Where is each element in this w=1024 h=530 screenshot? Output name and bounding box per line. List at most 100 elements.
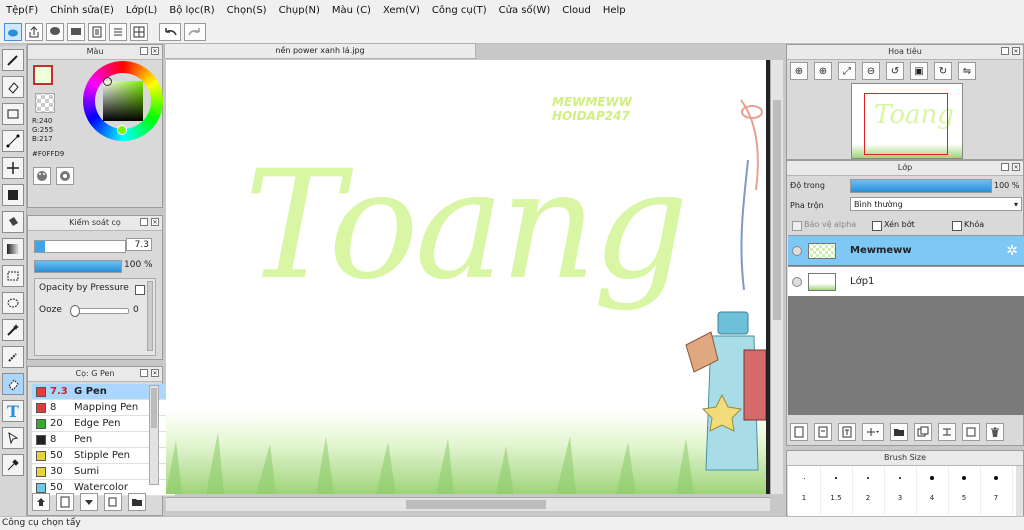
menu-cloud[interactable]: Cloud — [556, 5, 597, 16]
menu-window[interactable]: Cửa số(W) — [493, 5, 557, 16]
menu-capture[interactable]: Chụp(N) — [273, 5, 326, 16]
brush-folder-icon[interactable] — [128, 493, 146, 511]
blend-mode-select[interactable]: Bình thường ▾ — [850, 197, 1022, 211]
operation-tool-icon[interactable] — [2, 427, 24, 449]
cloud-icon[interactable] — [4, 22, 22, 41]
text-tool-icon[interactable]: T — [2, 400, 24, 422]
main-color-swatch[interactable] — [33, 65, 53, 85]
canvas[interactable]: MEWMEWW HOIDAP247 Toang — [166, 60, 770, 494]
color-wheel[interactable] — [83, 61, 163, 141]
list-icon[interactable] — [109, 22, 127, 41]
select-pen-tool-icon[interactable] — [2, 346, 24, 368]
saturation-handle[interactable] — [103, 77, 112, 86]
panel-restore-icon[interactable] — [1001, 47, 1009, 55]
transparent-color-swatch[interactable] — [35, 93, 55, 113]
menu-color[interactable]: Màu (C) — [326, 5, 377, 16]
layer-folder-icon[interactable] — [890, 423, 908, 441]
ooze-slider[interactable] — [70, 305, 129, 317]
brush-size-cell[interactable]: 2 — [852, 466, 885, 514]
brush-size-cell[interactable]: 4 — [916, 466, 949, 514]
layer-opacity-slider[interactable] — [850, 179, 992, 193]
export-icon[interactable] — [25, 22, 43, 41]
move-tool-icon[interactable] — [2, 157, 24, 179]
rotate-right-icon[interactable]: ↻ — [934, 62, 952, 80]
magic-wand-tool-icon[interactable] — [2, 319, 24, 341]
rectangle-tool-icon[interactable] — [2, 103, 24, 125]
menu-filter[interactable]: Bộ lọc(R) — [163, 5, 220, 16]
menu-view[interactable]: Xem(V) — [377, 5, 426, 16]
bucket-tool-icon[interactable] — [2, 211, 24, 233]
brush-size-cell[interactable]: 1.5 — [820, 466, 853, 514]
menu-tools[interactable]: Công cụ(T) — [426, 5, 493, 16]
options-scrollbar[interactable] — [147, 281, 153, 351]
select-eraser-tool-icon[interactable] — [2, 373, 24, 395]
menu-select[interactable]: Chọn(S) — [221, 5, 273, 16]
grid-icon[interactable] — [130, 22, 148, 41]
layer-row-mewmeww[interactable]: Mewmeww ✲ — [788, 235, 1024, 265]
brush-tool-icon[interactable] — [2, 49, 24, 71]
fit-view-icon[interactable]: ⤢ — [838, 62, 856, 80]
menu-edit[interactable]: Chỉnh sửa(E) — [44, 5, 120, 16]
brush-size-scrollbar[interactable] — [1016, 466, 1023, 516]
panel-restore-icon[interactable] — [1001, 163, 1009, 171]
document-icon[interactable] — [88, 22, 106, 41]
gear-icon[interactable]: ✲ — [1006, 243, 1018, 259]
layer-row-lop1[interactable]: Lớp1 — [788, 266, 1024, 296]
brush-size-cell[interactable]: 3 — [884, 466, 917, 514]
canvas-vertical-scrollbar[interactable] — [770, 60, 783, 494]
eraser-tool-icon[interactable] — [2, 76, 24, 98]
lock-checkbox[interactable] — [952, 221, 962, 231]
merge-layer-icon[interactable] — [938, 423, 956, 441]
panel-restore-icon[interactable] — [140, 47, 148, 55]
menu-help[interactable]: Help — [597, 5, 632, 16]
new-layer-icon[interactable] — [790, 423, 808, 441]
fill-rect-tool-icon[interactable] — [2, 184, 24, 206]
color-palette-icon[interactable] — [33, 167, 51, 185]
gradient-tool-icon[interactable] — [2, 238, 24, 260]
brush-list-scrollbar[interactable] — [149, 385, 159, 485]
canvas-horizontal-scrollbar[interactable] — [166, 497, 770, 511]
new-text-layer-icon[interactable] — [838, 423, 856, 441]
zoom-in-icon[interactable]: ⊕ — [790, 62, 808, 80]
reset-view-icon[interactable]: ▣ — [910, 62, 928, 80]
brush-size-cell[interactable]: 1 — [788, 466, 821, 514]
speech-bubble-icon[interactable] — [46, 22, 64, 41]
panel-close-icon[interactable]: ✕ — [151, 47, 159, 55]
hue-handle[interactable] — [117, 125, 127, 135]
select-rect-tool-icon[interactable] — [2, 265, 24, 287]
brush-opacity-slider[interactable] — [34, 260, 122, 273]
layer-add-menu-icon[interactable] — [862, 423, 884, 441]
brush-size-cell[interactable]: 5 — [948, 466, 981, 514]
brush-size-value[interactable]: 7.3 — [126, 238, 152, 251]
menu-file[interactable]: Tệp(F) — [0, 5, 44, 16]
clear-layer-icon[interactable] — [962, 423, 980, 441]
brush-upload-icon[interactable] — [32, 493, 50, 511]
brush-size-slider[interactable] — [34, 240, 126, 253]
line-tool-icon[interactable] — [2, 130, 24, 152]
brush-size-cell[interactable]: 7 — [980, 466, 1013, 514]
visibility-eye-icon[interactable] — [792, 276, 802, 287]
opacity-pressure-checkbox[interactable] — [135, 285, 145, 295]
comment-icon[interactable] — [67, 22, 85, 41]
redo-icon[interactable] — [184, 22, 206, 41]
panel-close-icon[interactable]: ✕ — [151, 369, 159, 377]
brush-menu-icon[interactable] — [80, 493, 98, 511]
new-layer-set-icon[interactable] — [814, 423, 832, 441]
panel-restore-icon[interactable] — [140, 218, 148, 226]
panel-close-icon[interactable]: ✕ — [1012, 163, 1020, 171]
panel-close-icon[interactable]: ✕ — [1012, 47, 1020, 55]
zoom-in-more-icon[interactable]: ⊕ — [814, 62, 832, 80]
eyedropper-tool-icon[interactable] — [2, 454, 24, 476]
flip-icon[interactable]: ⇋ — [958, 62, 976, 80]
new-brush-icon[interactable] — [56, 493, 74, 511]
zoom-out-icon[interactable]: ⊖ — [862, 62, 880, 80]
visibility-eye-icon[interactable] — [792, 245, 802, 256]
menu-layer[interactable]: Lớp(L) — [120, 5, 163, 16]
brush-copy-icon[interactable] — [104, 493, 122, 511]
color-settings-icon[interactable] — [56, 167, 74, 185]
navigator-viewport-rect[interactable] — [864, 93, 948, 155]
protect-alpha-checkbox[interactable] — [792, 221, 802, 231]
canvas-tab[interactable]: nền power xanh lá.jpg — [164, 43, 476, 59]
lasso-tool-icon[interactable] — [2, 292, 24, 314]
panel-restore-icon[interactable] — [140, 369, 148, 377]
